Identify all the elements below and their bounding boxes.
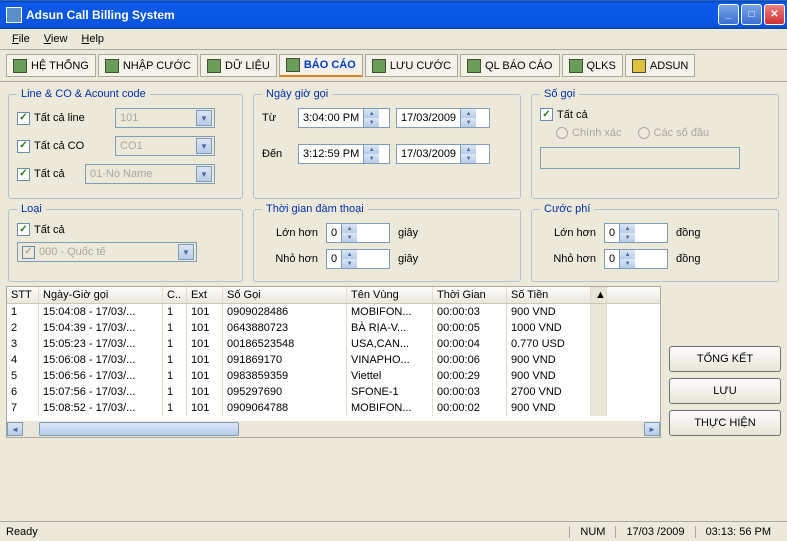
table-row[interactable]: 415:06:08 - 17/03/...1101091869170VINAPH… [7,352,660,368]
status-time: 03:13: 56 PM [695,526,781,538]
close-button[interactable]: ✕ [764,4,785,25]
tab-icon [569,59,583,73]
menubar: File View Help [0,29,787,50]
tab-icon [286,58,300,72]
menu-file[interactable]: File [6,31,36,47]
minimize-button[interactable]: _ [718,4,739,25]
status-date: 17/03 /2009 [615,526,694,538]
combo-type[interactable]: ✓ 000 - Quốc tế▼ [17,242,197,262]
app-icon [6,7,22,23]
tab-dulieu[interactable]: DỮ LIỆU [200,54,277,77]
chk-all-line[interactable]: ✓ [17,112,30,125]
chk-all-acc[interactable]: ✓ [17,168,30,181]
menu-view[interactable]: View [38,31,74,47]
group-lineco: Line & CO & Acount code ✓Tất cả line 101… [8,88,243,199]
legend-number: Số gọi [540,88,579,100]
chevron-down-icon: ▼ [196,166,212,182]
chevron-down-icon: ▼ [196,110,212,126]
cost-lt[interactable]: 0▲▼ [604,249,668,269]
from-time[interactable]: 3:04:00 PM▲▼ [298,108,390,128]
status-num: NUM [569,526,615,538]
chevron-down-icon: ▼ [196,138,212,154]
chk-all-co[interactable]: ✓ [17,140,30,153]
execute-button[interactable]: THỰC HIỆN [669,410,781,436]
results-table: STT Ngày-Giờ gọi C.. Ext Số Gọi Tên Vùng… [6,286,661,438]
legend-datetime: Ngày giờ gọi [262,88,332,100]
table-header: STT Ngày-Giờ gọi C.. Ext Số Gọi Tên Vùng… [7,287,660,304]
table-row[interactable]: 215:04:39 - 17/03/...11010643880723BÀ RỊ… [7,320,660,336]
table-row[interactable]: 515:06:56 - 17/03/...11010983859359Viett… [7,368,660,384]
to-date[interactable]: 17/03/2009▲▼ [396,144,490,164]
tab-baocao[interactable]: BÁO CÁO [279,54,363,77]
duration-gt[interactable]: 0▲▼ [326,223,390,243]
cost-gt[interactable]: 0▲▼ [604,223,668,243]
combo-acc[interactable]: 01-No Name▼ [85,164,215,184]
tab-icon [105,59,119,73]
number-input[interactable] [540,147,740,169]
titlebar: Adsun Call Billing System _ □ ✕ [0,0,787,29]
radio-exact[interactable]: Chính xác [556,127,622,139]
content: Line & CO & Acount code ✓Tất cả line 101… [0,82,787,444]
chk-all-number[interactable]: ✓ [540,108,553,121]
status-ready: Ready [6,526,38,538]
tab-qlks[interactable]: QLKS [562,54,623,77]
tab-icon [467,59,481,73]
chk-type-item: ✓ [22,246,35,259]
to-time[interactable]: 3:12:59 PM▲▼ [298,144,390,164]
menu-help[interactable]: Help [75,31,110,47]
tab-icon [372,59,386,73]
combo-line[interactable]: 101▼ [115,108,215,128]
group-number: Số gọi ✓Tất cả Chính xác Các số đầu [531,88,779,199]
duration-lt[interactable]: 0▲▼ [326,249,390,269]
save-button[interactable]: LƯU [669,378,781,404]
legend-type: Loại [17,203,46,215]
tab-nhapcuoc[interactable]: NHẬP CƯỚC [98,54,198,77]
vscroll-up[interactable]: ▲ [591,287,607,303]
summary-button[interactable]: TỔNG KẾT [669,346,781,372]
tab-icon [207,59,221,73]
toolbar: HỆ THỐNG NHẬP CƯỚC DỮ LIỆU BÁO CÁO LƯU C… [0,50,787,82]
legend-lineco: Line & CO & Acount code [17,88,150,100]
table-row[interactable]: 715:08:52 - 17/03/...11010909064788MOBIF… [7,400,660,416]
radio-prefix[interactable]: Các số đầu [638,127,710,139]
maximize-button[interactable]: □ [741,4,762,25]
from-date[interactable]: 17/03/2009▲▼ [396,108,490,128]
tab-qlbaocao[interactable]: QL BÁO CÁO [460,54,559,77]
group-duration: Thời gian đàm thoại Lớn hơn0▲▼giây Nhỏ h… [253,203,521,282]
chevron-down-icon: ▼ [178,244,194,260]
statusbar: Ready NUM 17/03 /2009 03:13: 56 PM [0,521,787,541]
tab-hethong[interactable]: HỆ THỐNG [6,54,96,77]
star-icon [632,59,646,73]
tab-adsun[interactable]: ADSUN [625,54,696,77]
combo-co[interactable]: CO1▼ [115,136,215,156]
legend-cost: Cước phí [540,203,594,215]
hscrollbar[interactable]: ◄► [7,421,660,437]
table-row[interactable]: 315:05:23 - 17/03/...110100186523548USA,… [7,336,660,352]
chk-all-type[interactable]: ✓ [17,223,30,236]
table-row[interactable]: 615:07:56 - 17/03/...1101095297690SFONE-… [7,384,660,400]
window-title: Adsun Call Billing System [26,8,718,22]
tab-icon [13,59,27,73]
legend-duration: Thời gian đàm thoại [262,203,368,215]
group-cost: Cước phí Lớn hơn0▲▼đồng Nhỏ hơn0▲▼đồng [531,203,779,282]
table-row[interactable]: 115:04:08 - 17/03/...11010909028486MOBIF… [7,304,660,320]
tab-luucuoc[interactable]: LƯU CƯỚC [365,54,458,77]
group-type: Loại ✓Tất cả ✓ 000 - Quốc tế▼ [8,203,243,282]
group-datetime: Ngày giờ gọi Từ 3:04:00 PM▲▼ 17/03/2009▲… [253,88,521,199]
